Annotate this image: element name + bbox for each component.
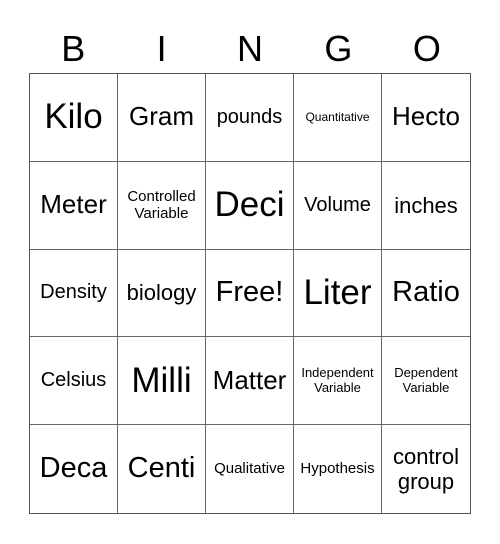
bingo-cell[interactable]: Hecto bbox=[382, 74, 470, 162]
bingo-cell[interactable]: Gram bbox=[118, 74, 206, 162]
bingo-cell[interactable]: Volume bbox=[294, 161, 382, 250]
bingo-cell[interactable]: Independent Variable bbox=[294, 337, 382, 426]
bingo-cell[interactable]: Matter bbox=[206, 337, 294, 426]
bingo-cell[interactable]: Quantitative bbox=[294, 74, 382, 162]
bingo-cell[interactable]: Density bbox=[30, 249, 118, 338]
bingo-cell[interactable]: inches bbox=[382, 162, 470, 250]
bingo-header: B I N G O bbox=[29, 26, 471, 72]
bingo-cell[interactable]: Celsius bbox=[30, 337, 118, 426]
bingo-cell[interactable]: Deci bbox=[206, 161, 294, 250]
bingo-cell[interactable]: Kilo bbox=[30, 74, 118, 162]
bingo-cell[interactable]: Milli bbox=[118, 337, 206, 426]
bingo-cell[interactable]: Dependent Variable bbox=[382, 337, 470, 426]
bingo-cell[interactable]: Hypothesis bbox=[294, 425, 382, 513]
header-letter-i: I bbox=[156, 28, 167, 69]
bingo-card: Kilo Gram pounds Quantitative Hecto Mete… bbox=[29, 73, 471, 514]
bingo-cell[interactable]: Controlled Variable bbox=[118, 161, 206, 250]
bingo-cell[interactable]: Qualitative bbox=[206, 425, 294, 513]
bingo-cell[interactable]: Ratio bbox=[382, 250, 470, 338]
header-letter-o: O bbox=[412, 28, 441, 69]
bingo-cell[interactable]: control group bbox=[382, 425, 470, 513]
header-letter-g: G bbox=[324, 28, 353, 69]
header-letter-b: B bbox=[61, 28, 86, 69]
bingo-cell[interactable]: Liter bbox=[294, 249, 382, 338]
bingo-cell[interactable]: pounds bbox=[206, 74, 294, 162]
bingo-cell[interactable]: Centi bbox=[118, 425, 206, 513]
bingo-cell[interactable]: Meter bbox=[30, 161, 118, 250]
header-letter-n: N bbox=[237, 28, 264, 69]
free-space[interactable]: Free! bbox=[206, 249, 294, 338]
bingo-cell[interactable]: biology bbox=[118, 249, 206, 338]
bingo-cell[interactable]: Deca bbox=[30, 425, 118, 513]
